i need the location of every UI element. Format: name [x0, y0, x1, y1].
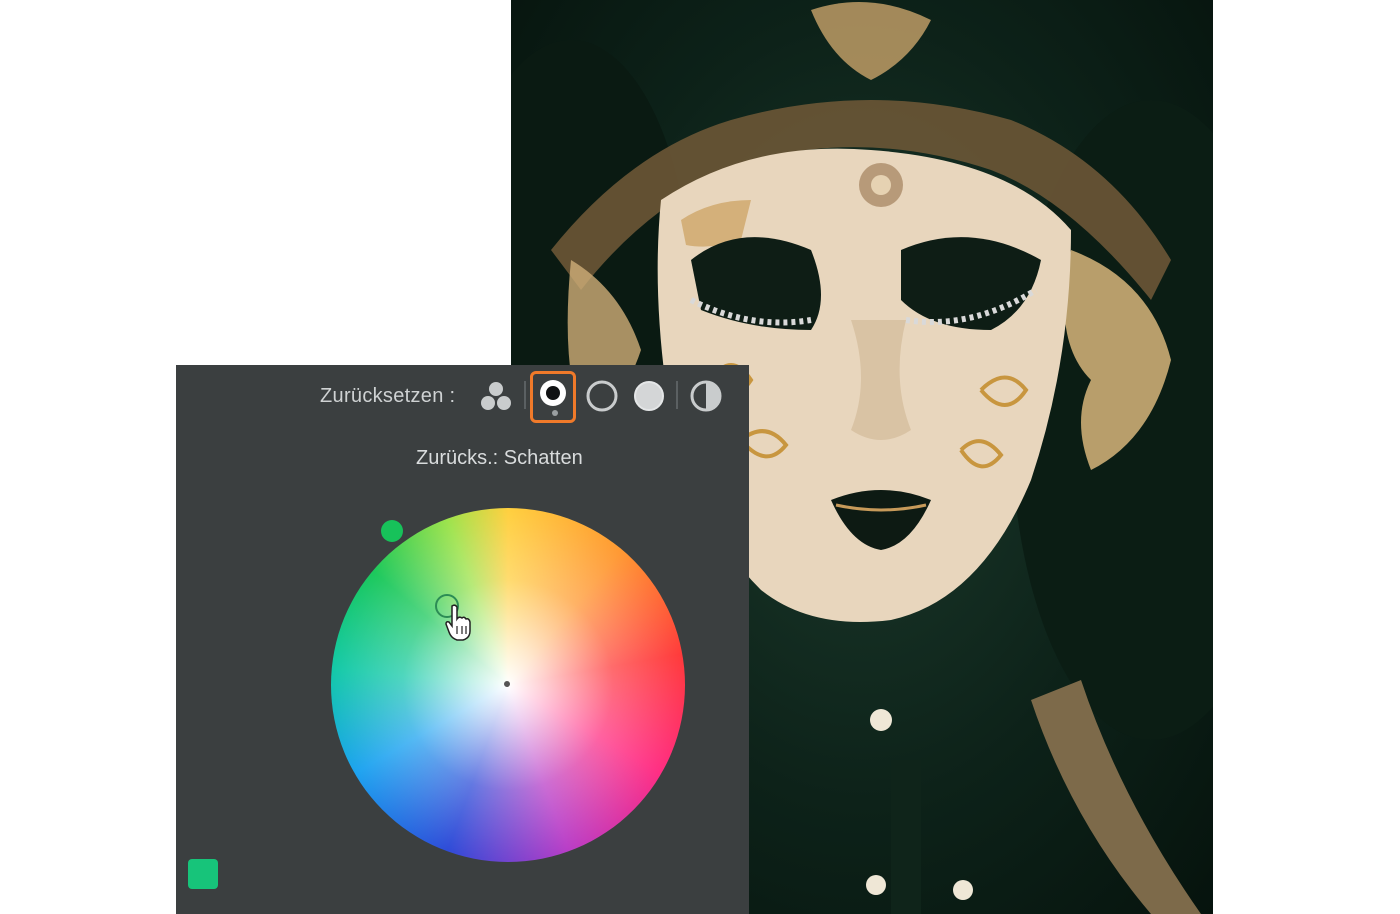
- midtones-icon[interactable]: [584, 378, 620, 414]
- color-wheel[interactable]: [331, 508, 685, 862]
- hand-pointer-icon: [445, 604, 471, 641]
- reset-label: Zurücksetzen :: [320, 385, 456, 407]
- selected-indicator: [552, 410, 558, 416]
- toolbar-divider: [676, 381, 678, 409]
- global-icon[interactable]: [688, 378, 724, 414]
- wheel-center-dot: [504, 681, 510, 687]
- color-swatch[interactable]: [188, 859, 218, 889]
- tooltip-reset-shadows: Zurücks.: Schatten: [416, 447, 583, 469]
- color-grading-panel: Zurücksetzen : Zurücks.: Schatten: [176, 365, 749, 914]
- hue-handle[interactable]: [381, 520, 403, 542]
- shadows-icon[interactable]: [530, 371, 576, 423]
- three-way-icon[interactable]: [478, 378, 514, 414]
- toolbar-divider: [524, 381, 526, 409]
- highlights-icon[interactable]: [631, 378, 667, 414]
